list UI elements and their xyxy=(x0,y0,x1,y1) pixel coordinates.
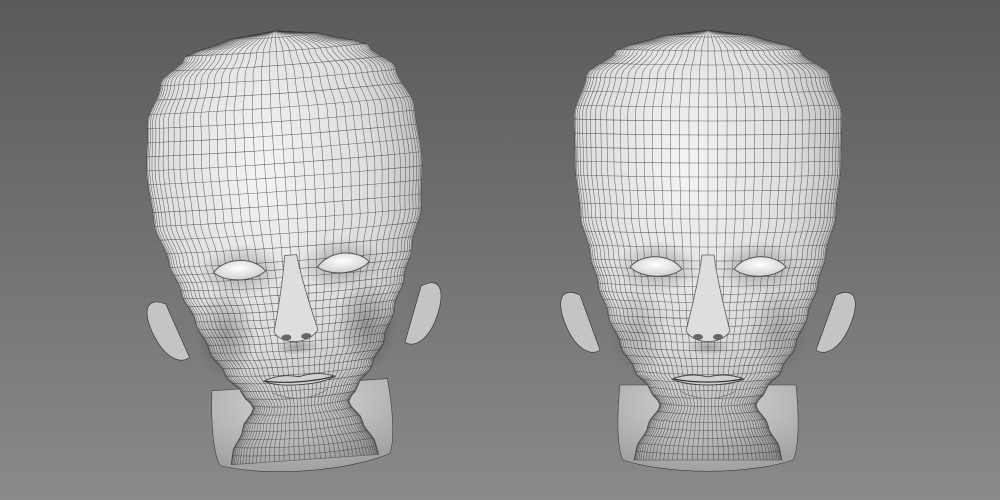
background xyxy=(0,0,1000,500)
nostril-right xyxy=(713,334,723,340)
render-viewport xyxy=(0,0,1000,500)
nostril-left xyxy=(693,334,703,340)
